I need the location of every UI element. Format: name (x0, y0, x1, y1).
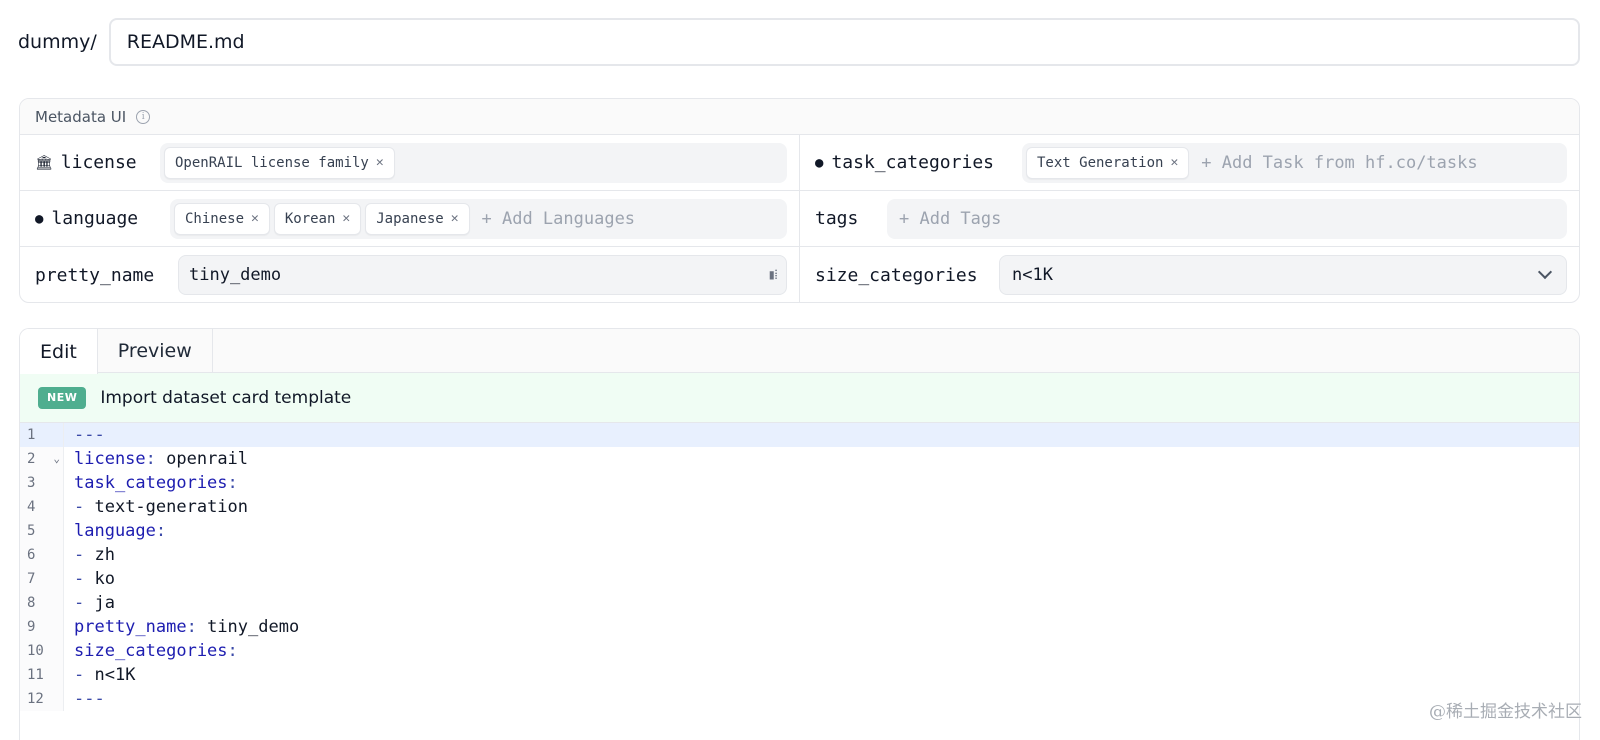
language-chip[interactable]: Korean ✕ (273, 202, 362, 235)
language-label: language (51, 208, 139, 229)
code-line[interactable]: language: (64, 519, 1579, 543)
line-number: 4 (27, 499, 36, 515)
code-line[interactable]: - text-generation (64, 495, 1579, 519)
chevron-down-icon (1537, 264, 1553, 280)
line-number: 3 (27, 475, 36, 491)
pretty-name-input[interactable]: tiny_demo ▮⁞ (178, 255, 787, 295)
metadata-header: Metadata UI i (20, 99, 1579, 135)
add-language-input[interactable]: + Add Languages (482, 209, 636, 229)
license-chip[interactable]: OpenRAIL license family ✕ (164, 146, 395, 179)
metadata-title: Metadata UI (35, 107, 127, 126)
language-chip[interactable]: Chinese ✕ (174, 202, 270, 235)
pretty-name-field: pretty_name tiny_demo ▮⁞ (20, 247, 800, 302)
line-number: 11 (27, 667, 44, 683)
card-editor: Edit Preview NEW Import dataset card tem… (19, 328, 1580, 740)
code-editor[interactable]: 1 2 ⌄ 3 4 5 6 7 8 9 10 11 12 --- license:… (20, 423, 1579, 711)
resize-grip-icon: ▮⁞ (767, 266, 778, 283)
size-categories-select[interactable]: n<1K (999, 255, 1567, 295)
dot-icon: ● (815, 154, 824, 171)
file-path-row: dummy/ (18, 18, 1580, 66)
language-selector[interactable]: Chinese ✕ Korean ✕ Japanese ✕ + Add Lang… (170, 198, 787, 239)
license-field: 🏛︎ license OpenRAIL license family ✕ (20, 135, 800, 191)
line-number: 9 (27, 619, 36, 635)
speech-icon: ● (35, 210, 44, 227)
task-chip[interactable]: Text Generation ✕ (1026, 146, 1190, 179)
tags-selector[interactable]: + Add Tags (887, 198, 1567, 239)
code-lines[interactable]: --- license: openrail task_categories: -… (64, 423, 1579, 711)
code-line[interactable]: license: openrail (64, 447, 1579, 471)
remove-chip-icon[interactable]: ✕ (376, 155, 384, 170)
remove-chip-icon[interactable]: ✕ (451, 211, 459, 226)
tags-label: tags (815, 208, 859, 229)
line-number: 8 (27, 595, 36, 611)
filename-input[interactable] (108, 18, 1580, 66)
info-icon[interactable]: i (136, 109, 151, 124)
fold-chevron-icon[interactable]: ⌄ (53, 447, 60, 471)
code-line[interactable]: - ko (64, 567, 1579, 591)
size-categories-label: size_categories (815, 264, 978, 286)
line-number: 7 (27, 571, 36, 587)
size-categories-field: size_categories n<1K (800, 247, 1579, 302)
remove-chip-icon[interactable]: ✕ (251, 211, 259, 226)
add-tags-input[interactable]: + Add Tags (899, 209, 1001, 229)
pretty-name-label: pretty_name (35, 264, 155, 286)
metadata-panel: Metadata UI i 🏛︎ license OpenRAIL licens… (19, 98, 1580, 303)
code-line[interactable]: --- (64, 687, 1579, 711)
language-field: ● language Chinese ✕ Korean ✕ Japanese ✕… (20, 191, 800, 247)
new-badge: NEW (38, 386, 87, 409)
line-number: 12 (27, 691, 44, 707)
task-categories-label: task_categories (831, 152, 994, 173)
add-task-input[interactable]: + Add Task from hf.co/tasks (1201, 153, 1477, 173)
tags-field: tags + Add Tags (800, 191, 1579, 247)
code-line[interactable]: size_categories: (64, 639, 1579, 663)
tab-preview[interactable]: Preview (98, 329, 213, 373)
line-number: 10 (27, 643, 44, 659)
editor-tabs: Edit Preview (20, 329, 1579, 374)
remove-chip-icon[interactable]: ✕ (342, 211, 350, 226)
code-line[interactable]: pretty_name: tiny_demo (64, 615, 1579, 639)
license-selector[interactable]: OpenRAIL license family ✕ (160, 142, 787, 183)
line-number: 1 (20, 423, 63, 447)
remove-chip-icon[interactable]: ✕ (1170, 155, 1178, 170)
line-gutter: 1 2 ⌄ 3 4 5 6 7 8 9 10 11 12 (20, 423, 64, 711)
bank-icon: 🏛︎ (35, 154, 53, 171)
code-line[interactable]: - n<1K (64, 663, 1579, 687)
watermark: @稀土掘金技术社区 (1429, 702, 1582, 722)
import-template-banner[interactable]: NEW Import dataset card template (20, 373, 1579, 423)
line-number: 5 (27, 523, 36, 539)
code-line[interactable]: --- (64, 423, 1579, 447)
language-chip[interactable]: Japanese ✕ (365, 202, 470, 235)
import-template-link[interactable]: Import dataset card template (100, 388, 351, 408)
line-number: 2 ⌄ (20, 447, 63, 471)
path-prefix: dummy/ (18, 31, 97, 53)
task-categories-selector[interactable]: Text Generation ✕ + Add Task from hf.co/… (1022, 142, 1567, 183)
tab-edit[interactable]: Edit (20, 329, 98, 374)
license-label: license (60, 152, 137, 173)
task-categories-field: ● task_categories Text Generation ✕ + Ad… (800, 135, 1579, 191)
code-line[interactable]: task_categories: (64, 471, 1579, 495)
code-line[interactable]: - zh (64, 543, 1579, 567)
code-line[interactable]: - ja (64, 591, 1579, 615)
line-number: 6 (27, 547, 36, 563)
